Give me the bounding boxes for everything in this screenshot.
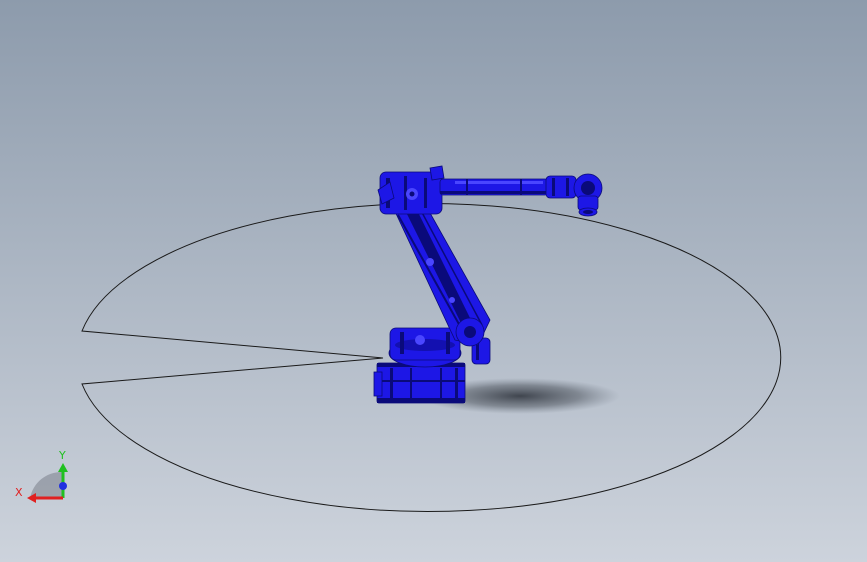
robot-elbow[interactable]	[377, 165, 445, 215]
graphics-viewport[interactable]: X Y	[0, 0, 867, 562]
robot-wrist[interactable]	[573, 173, 603, 217]
robot-lower-arm[interactable]	[391, 194, 491, 347]
robot-base[interactable]	[373, 362, 466, 404]
triad-x-label: X	[15, 486, 23, 499]
robot-forearm[interactable]	[439, 175, 577, 199]
orientation-triad: X Y	[15, 449, 68, 503]
triad-z-axis	[59, 482, 67, 490]
triad-y-arrow	[58, 463, 68, 472]
3d-scene[interactable]: X Y	[0, 0, 867, 562]
triad-y-label: Y	[58, 449, 66, 462]
robot-arm-model[interactable]	[373, 165, 603, 404]
